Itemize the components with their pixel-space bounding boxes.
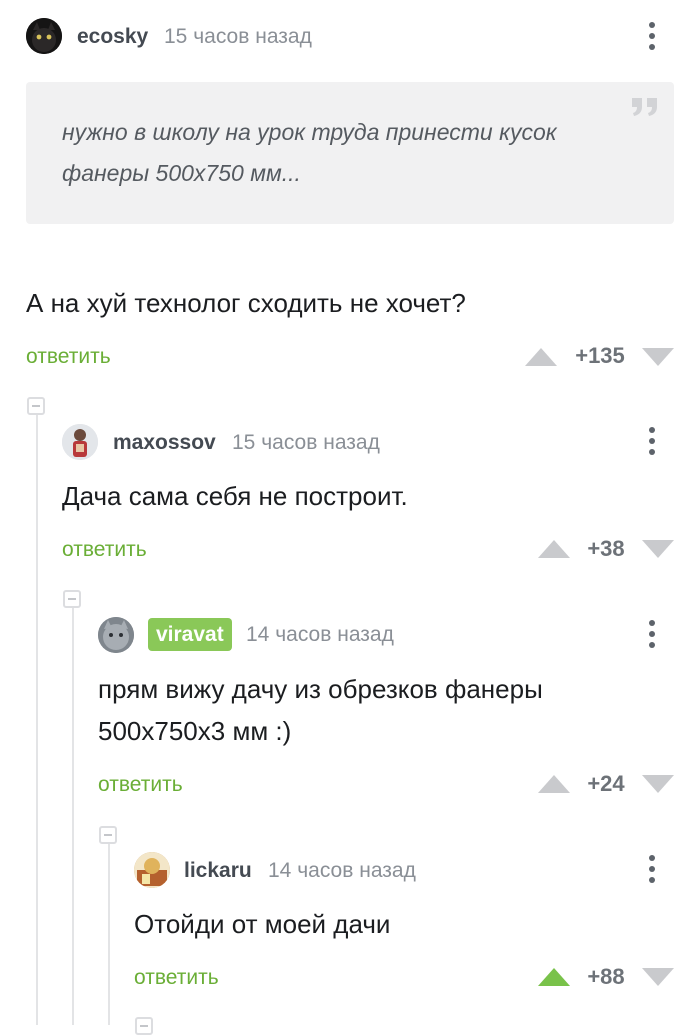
- more-vertical-icon[interactable]: [642, 22, 662, 52]
- more-vertical-icon[interactable]: [642, 620, 662, 650]
- vote-down-icon[interactable]: [642, 348, 674, 366]
- timestamp: 15 часов назад: [232, 431, 380, 454]
- avatar[interactable]: [62, 424, 98, 460]
- username-badge[interactable]: viravat: [148, 618, 232, 651]
- username[interactable]: maxossov: [113, 432, 216, 453]
- timestamp: 15 часов назад: [164, 25, 312, 48]
- reply-button[interactable]: ответить: [62, 539, 147, 560]
- rating-count: +135: [575, 343, 625, 368]
- reply-button[interactable]: ответить: [98, 774, 183, 795]
- vote-down-icon[interactable]: [642, 968, 674, 986]
- rating-count: +88: [587, 964, 625, 989]
- collapse-thread-icon[interactable]: [135, 1017, 153, 1035]
- comment-text: А на хуй технолог сходить не хочет?: [26, 288, 466, 318]
- rating-count: +24: [587, 771, 625, 796]
- timestamp: 14 часов назад: [246, 623, 394, 646]
- username[interactable]: lickaru: [184, 860, 252, 881]
- avatar-cat-image: [98, 617, 134, 653]
- comment-text: Отойди от моей дачи: [134, 909, 391, 939]
- collapse-thread-icon[interactable]: [27, 397, 45, 415]
- thread-line: [72, 608, 74, 1025]
- quote-block: нужно в школу на урок труда принести кус…: [26, 82, 674, 224]
- thread-line: [36, 414, 38, 1025]
- username[interactable]: ecosky: [77, 26, 148, 47]
- quote-text: нужно в школу на урок труда принести кус…: [62, 119, 557, 186]
- avatar[interactable]: [98, 617, 134, 653]
- avatar[interactable]: [26, 18, 62, 54]
- more-vertical-icon[interactable]: [642, 855, 662, 885]
- comment-text-line: прям вижу дачу из обрезков фанеры: [98, 674, 543, 704]
- vote-up-icon[interactable]: [525, 348, 557, 366]
- timestamp: 14 часов назад: [268, 859, 416, 882]
- vote-up-icon[interactable]: [538, 775, 570, 793]
- vote-up-icon[interactable]: [538, 540, 570, 558]
- quote-icon: [632, 98, 657, 116]
- thread-line: [108, 843, 110, 1025]
- collapse-thread-icon[interactable]: [99, 826, 117, 844]
- avatar-cat-image: [26, 18, 62, 54]
- collapse-thread-icon[interactable]: [63, 590, 81, 608]
- rating-count: +38: [587, 536, 625, 561]
- more-vertical-icon[interactable]: [642, 427, 662, 457]
- vote-down-icon[interactable]: [642, 775, 674, 793]
- avatar-figure-image: [62, 424, 98, 460]
- reply-button[interactable]: ответить: [134, 967, 219, 988]
- vote-down-icon[interactable]: [642, 540, 674, 558]
- avatar[interactable]: [134, 852, 170, 888]
- comment-text: Дача сама себя не построит.: [62, 481, 408, 511]
- reply-button[interactable]: ответить: [26, 346, 111, 367]
- avatar-image: [134, 852, 170, 888]
- comment-text-line: 500х750х3 мм :): [98, 716, 292, 746]
- vote-up-icon[interactable]: [538, 968, 570, 986]
